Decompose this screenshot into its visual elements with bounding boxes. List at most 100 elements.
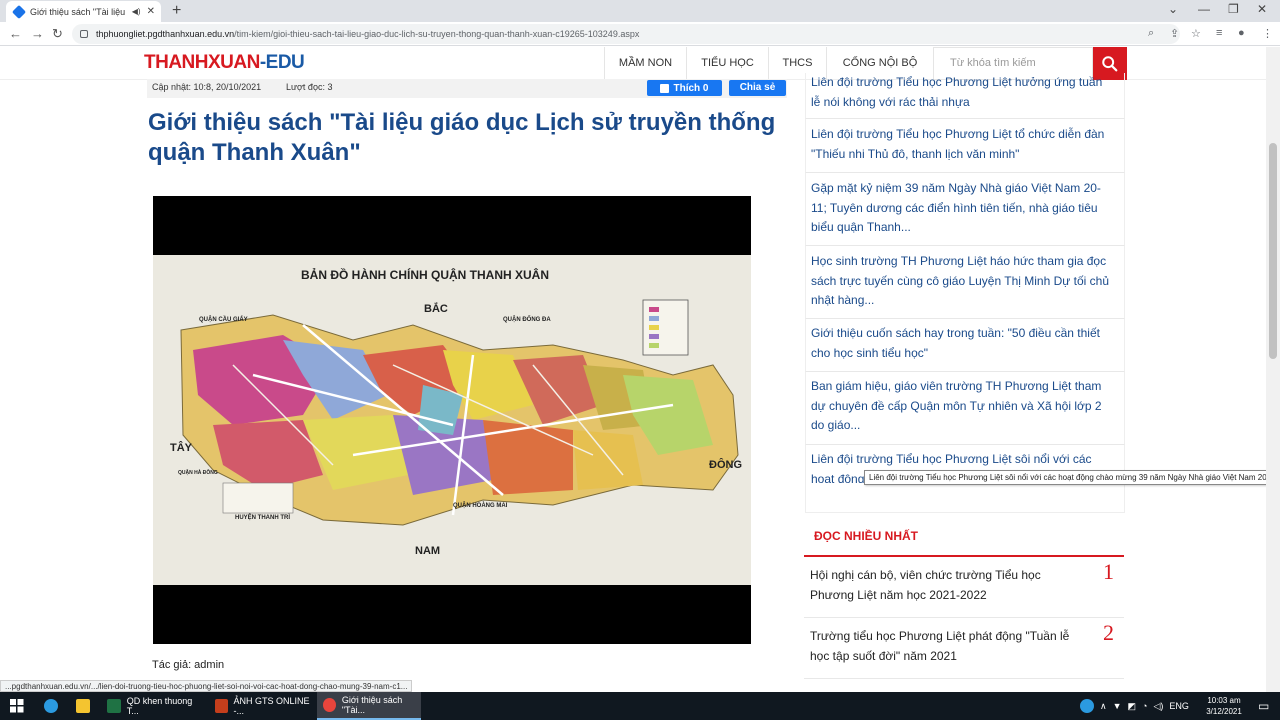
taskbar-app-label: QD khen thuong T... bbox=[126, 696, 193, 716]
minimize-button[interactable]: — bbox=[1198, 2, 1210, 16]
most-read-item[interactable]: Hội nghị cán bộ, viên chức trường Tiểu h… bbox=[804, 558, 1124, 618]
article-author: Tác giả: admin bbox=[152, 659, 225, 671]
reading-list-icon[interactable]: ≡ bbox=[1216, 27, 1222, 39]
article-image-frame[interactable]: BẢN ĐỒ HÀNH CHÍNH QUẬN THANH XUÂN BẮC NA… bbox=[153, 196, 751, 644]
wifi-icon[interactable]: ◔ bbox=[1142, 701, 1147, 711]
facebook-like-button[interactable]: Thích 0 bbox=[647, 80, 722, 96]
search-icon bbox=[1102, 55, 1118, 71]
logo-main: THANHXUAN bbox=[144, 52, 260, 73]
windows-taskbar: QD khen thuong T... ẢNH GTS ONLINE -... … bbox=[0, 692, 1280, 720]
folder-icon bbox=[76, 699, 90, 713]
browser-tab[interactable]: Giới thiệu sách "Tài liệu giáo ◀) ✕ bbox=[6, 1, 161, 22]
nav-tieu-hoc[interactable]: TIỂU HỌC bbox=[686, 47, 768, 80]
link-tooltip: Liên đội trường Tiểu học Phương Liệt sôi… bbox=[864, 470, 1280, 485]
map-west: TÂY bbox=[170, 442, 192, 454]
map-south: NAM bbox=[415, 545, 441, 557]
network-icon[interactable]: ◩ bbox=[1128, 701, 1137, 712]
nav-mam-non[interactable]: MẦM NON bbox=[604, 47, 686, 80]
language-indicator[interactable]: ENG bbox=[1169, 701, 1189, 711]
site-logo[interactable]: THANHXUAN-EDU bbox=[144, 52, 305, 74]
sidebar-news-item[interactable]: Liên đội trường Tiểu học Phương Liệt tổ … bbox=[805, 119, 1125, 173]
file-explorer-button[interactable] bbox=[70, 692, 96, 720]
maximize-button[interactable]: ❐ bbox=[1228, 2, 1239, 16]
powerpoint-icon bbox=[215, 699, 228, 713]
clock-time: 10:03 am bbox=[1207, 696, 1241, 705]
thumbs-up-icon bbox=[660, 83, 670, 93]
taskbar-app-label: Giới thiệu sách "Tài... bbox=[341, 695, 403, 715]
clock-date: 3/12/2021 bbox=[1206, 707, 1242, 716]
most-read-title: ĐỌC NHIỀU NHẤT bbox=[814, 529, 918, 543]
close-tab-icon[interactable]: ✕ bbox=[147, 6, 155, 17]
most-read-rank: 2 bbox=[1103, 620, 1114, 645]
reload-icon[interactable]: ↻ bbox=[52, 26, 63, 42]
district-map-drawing bbox=[153, 255, 751, 585]
district-map-image: BẢN ĐỒ HÀNH CHÍNH QUẬN THANH XUÂN BẮC NA… bbox=[153, 255, 751, 585]
tray-chevron-icon[interactable]: ∧ bbox=[1100, 701, 1107, 712]
notification-icon: ▭ bbox=[1258, 699, 1270, 713]
like-label: Thích 0 bbox=[673, 82, 709, 94]
windows-logo-icon bbox=[10, 699, 24, 713]
browser-tab-bar: Giới thiệu sách "Tài liệu giáo ◀) ✕ + ⌄ … bbox=[0, 0, 1280, 22]
updated-time: Cập nhật: 10:8, 20/10/2021 bbox=[152, 82, 262, 92]
sidebar-news-item[interactable]: Học sinh trường TH Phương Liệt háo hức t… bbox=[805, 246, 1125, 319]
edge-icon bbox=[44, 699, 58, 713]
taskbar-excel-window[interactable]: QD khen thuong T... bbox=[101, 692, 205, 720]
facebook-share-button[interactable]: Chia sẻ bbox=[729, 80, 786, 96]
map-north: BẮC bbox=[424, 303, 448, 315]
most-read-item-title[interactable]: Trường tiểu học Phương Liệt phát động "T… bbox=[810, 626, 1070, 666]
zoom-icon[interactable]: ⌕ bbox=[1148, 27, 1154, 40]
help-icon[interactable] bbox=[1080, 699, 1094, 713]
back-icon[interactable]: ← bbox=[9, 26, 22, 41]
notifications-button[interactable]: ▭ bbox=[1252, 692, 1276, 720]
antivirus-icon[interactable]: ▼ bbox=[1113, 701, 1122, 711]
taskbar-powerpoint-window[interactable]: ẢNH GTS ONLINE -... bbox=[209, 692, 313, 720]
most-read-item[interactable]: Trường tiểu học Phương Liệt phát động "T… bbox=[804, 619, 1124, 679]
start-button[interactable] bbox=[4, 692, 30, 720]
sidebar-news-item[interactable]: Liên đội trường Tiểu học Phương Liệt hưở… bbox=[805, 73, 1125, 119]
map-label-thanh-tri: HUYỆN THANH TRÌ bbox=[235, 515, 290, 521]
sidebar-news-item[interactable]: Gặp mặt kỷ niệm 39 năm Ngày Nhà giáo Việ… bbox=[805, 173, 1125, 246]
map-label-dong-da: QUẬN ĐỐNG ĐA bbox=[503, 317, 551, 323]
bookmark-star-icon[interactable]: ☆ bbox=[1191, 27, 1201, 40]
map-label-ha-dong: QUẬN HÀ ĐÔNG bbox=[178, 470, 218, 476]
tab-search-icon[interactable]: ⌄ bbox=[1168, 2, 1178, 16]
profile-icon[interactable]: ● bbox=[1238, 27, 1245, 39]
status-bar-url: ...pgdthanhxuan.edu.vn/.../lien-doi-truo… bbox=[0, 680, 413, 692]
most-read-item-title[interactable]: Hội nghị cán bộ, viên chức trường Tiểu h… bbox=[810, 565, 1070, 605]
tab-title: Giới thiệu sách "Tài liệu giáo bbox=[30, 6, 126, 17]
excel-icon bbox=[107, 699, 121, 713]
edge-app-button[interactable] bbox=[38, 692, 64, 720]
scrollbar-thumb[interactable] bbox=[1269, 143, 1277, 359]
url-path: /tim-kiem/gioi-thieu-sach-tai-lieu-giao-… bbox=[234, 29, 640, 39]
chrome-icon bbox=[323, 698, 336, 712]
logo-suffix: -EDU bbox=[259, 52, 305, 73]
map-title: BẢN ĐỒ HÀNH CHÍNH QUẬN THANH XUÂN bbox=[301, 268, 549, 282]
map-label-cau-giay: QUẬN CẦU GIẤY bbox=[199, 317, 248, 323]
speaker-icon[interactable]: ◀) bbox=[132, 7, 141, 16]
most-read-header: ĐỌC NHIỀU NHẤT bbox=[804, 524, 1124, 557]
new-tab-button[interactable]: + bbox=[172, 2, 181, 20]
url-field[interactable]: thphuongliet.pgdthanhxuan.edu.vn /tim-ki… bbox=[72, 24, 1180, 44]
sidebar-news-item[interactable]: Ban giám hiệu, giáo viên trường TH Phươn… bbox=[805, 372, 1125, 445]
menu-icon[interactable]: ⋮ bbox=[1262, 27, 1273, 40]
close-window-button[interactable]: ✕ bbox=[1257, 2, 1267, 16]
most-read-rank: 1 bbox=[1103, 559, 1114, 584]
system-tray: ∧ ▼ ◩ ◔ ◁) ENG bbox=[1080, 692, 1189, 720]
url-host: thphuongliet.pgdthanhxuan.edu.vn bbox=[96, 29, 235, 39]
sidebar-news-item[interactable]: Giới thiệu cuốn sách hay trong tuần: "50… bbox=[805, 319, 1125, 372]
share-icon[interactable]: ⇪ bbox=[1170, 27, 1179, 40]
taskbar-app-label: ẢNH GTS ONLINE -... bbox=[233, 696, 310, 716]
forward-icon[interactable]: → bbox=[31, 26, 44, 41]
view-count: Lượt đọc: 3 bbox=[286, 82, 333, 92]
article-title: Giới thiệu sách "Tài liệu giáo dục Lịch … bbox=[148, 109, 776, 166]
page-scrollbar[interactable] bbox=[1266, 47, 1280, 692]
volume-icon[interactable]: ◁) bbox=[1153, 701, 1163, 712]
site-favicon-icon bbox=[11, 4, 27, 19]
address-bar: ← → ↻ thphuongliet.pgdthanhxuan.edu.vn /… bbox=[0, 22, 1280, 46]
lock-icon[interactable] bbox=[80, 30, 88, 38]
map-east: ĐÔNG bbox=[709, 459, 742, 471]
sidebar-list-footer bbox=[805, 483, 1125, 513]
taskbar-chrome-window[interactable]: Giới thiệu sách "Tài... bbox=[317, 692, 421, 720]
taskbar-clock[interactable]: 10:03 am 3/12/2021 bbox=[1198, 695, 1250, 717]
map-label-hoang-mai: QUẬN HOÀNG MAI bbox=[453, 503, 508, 509]
